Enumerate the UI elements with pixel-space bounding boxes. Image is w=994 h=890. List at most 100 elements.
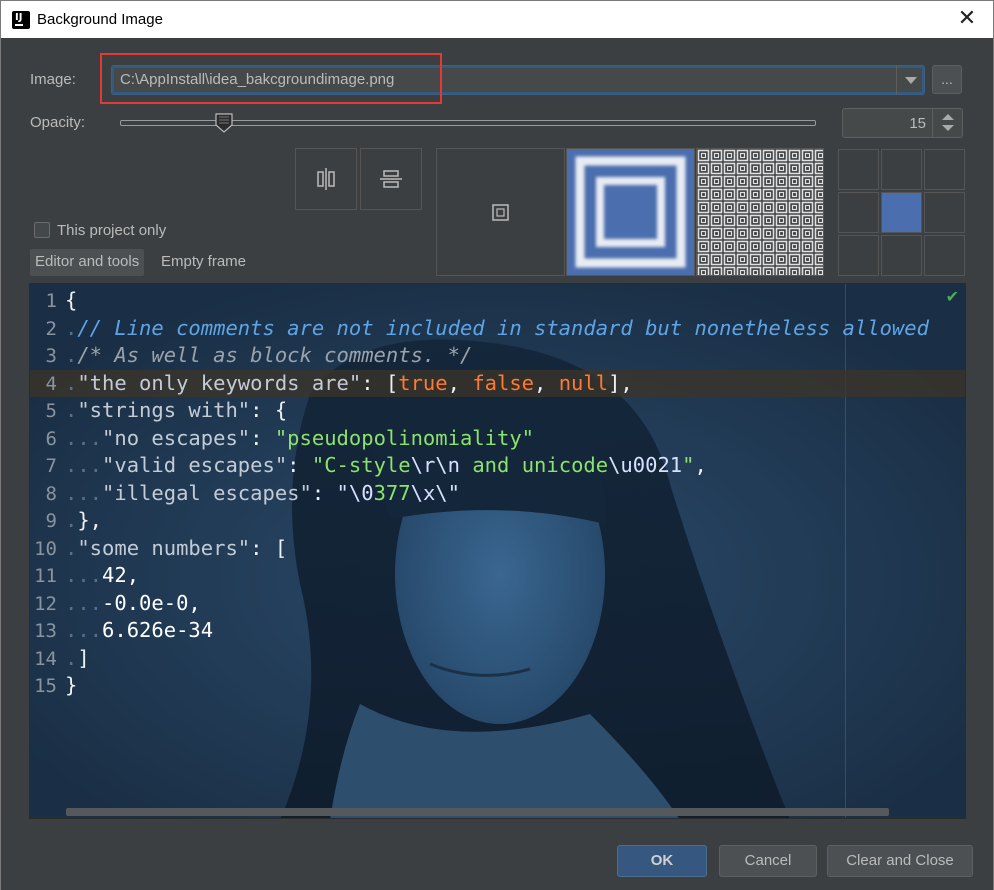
anchor-top-right[interactable] [924, 149, 965, 190]
line-number: 4 [45, 372, 57, 395]
code-line: 11 ...42, [30, 562, 965, 590]
editor-preview: ✔ 1{ 2 .// Line comments are not included… [29, 283, 966, 819]
ok-button[interactable]: OK [617, 845, 707, 877]
code-comment: // Line comments are not included in sta… [77, 315, 929, 340]
horizontal-scrollbar[interactable] [66, 808, 889, 816]
line-number: 3 [45, 345, 57, 367]
annotation-highlight [100, 53, 442, 104]
code-key: "no escapes" [102, 425, 251, 450]
anchor-grid [838, 149, 965, 276]
tab-editor-and-tools[interactable]: Editor and tools [30, 249, 145, 276]
line-number: 15 [34, 675, 57, 697]
line-number: 11 [34, 565, 57, 587]
tile-pattern-icon [697, 149, 823, 275]
anchor-middle-right[interactable] [924, 192, 965, 233]
code-line: 7 ..."valid escapes": "C-style\r\n and un… [30, 452, 965, 480]
fill-mode-center[interactable] [436, 148, 565, 276]
spinner-arrows[interactable] [932, 109, 962, 137]
code-string: "C-style [311, 453, 411, 477]
chevron-down-icon[interactable] [896, 66, 924, 94]
code-string: 377 [373, 480, 411, 505]
flip-horizontal-icon [317, 168, 335, 190]
anchor-top-left[interactable] [838, 149, 879, 190]
title-bar: IJ Background Image ✕ [0, 0, 994, 38]
code-escape: "\0 [336, 480, 374, 505]
code-escape: \x\" [410, 480, 460, 505]
code-line: 2 .// Line comments are not included in s… [30, 315, 965, 343]
line-number: 14 [34, 647, 57, 670]
line-number: 1 [45, 290, 57, 312]
code-key: "the only keywords are" [77, 370, 362, 395]
scale-icon [575, 156, 686, 268]
code-key: "illegal escapes" [102, 480, 312, 505]
code-number: -0.0e-0, [102, 590, 201, 615]
code-line: 1{ [30, 287, 965, 315]
line-number: 8 [45, 482, 57, 505]
code-key: "strings with" [77, 398, 251, 422]
spinner-up-icon[interactable] [942, 114, 954, 120]
code-line: 6 ..."no escapes": "pseudopolinomiality" [30, 425, 965, 453]
line-number: 7 [45, 455, 57, 477]
code-keyword: null [558, 370, 609, 395]
code-number: 6.626e-34 [102, 618, 214, 642]
window-title: Background Image [37, 11, 163, 28]
code-line: 14.] [30, 645, 965, 673]
this-project-only-checkbox[interactable] [34, 222, 50, 238]
opacity-spinner[interactable]: 15 [842, 108, 963, 138]
opacity-value[interactable]: 15 [909, 115, 926, 132]
anchor-bottom-left[interactable] [838, 235, 879, 276]
code-lines: 1{ 2 .// Line comments are not included i… [30, 287, 965, 700]
code-line: 8 ..."illegal escapes": "\0377\x\" [30, 480, 965, 508]
intellij-app-icon: IJ [10, 9, 32, 31]
line-number: 5 [45, 400, 57, 422]
line-number: 13 [34, 620, 57, 642]
fill-mode-scale[interactable] [566, 148, 695, 276]
browse-button[interactable]: ... [932, 65, 962, 94]
code-line: 10 ."some numbers": [ [30, 535, 965, 563]
close-icon[interactable]: ✕ [955, 7, 979, 31]
image-label: Image: [30, 71, 76, 88]
opacity-label: Opacity: [30, 114, 86, 131]
this-project-only-label[interactable]: This project only [57, 222, 166, 239]
line-number: 9 [45, 510, 57, 532]
code-line: 15} [30, 672, 965, 700]
code-escape: \u0021 [608, 453, 683, 477]
line-number: 2 [45, 317, 57, 340]
code-key: "valid escapes" [102, 453, 288, 477]
anchor-middle-left[interactable] [838, 192, 879, 233]
anchor-bottom-right[interactable] [924, 235, 965, 276]
clear-and-close-button[interactable]: Clear and Close [827, 845, 973, 877]
code-comment: /* As well as block comments. */ [77, 343, 473, 367]
opacity-slider-thumb[interactable] [215, 113, 233, 133]
code-line: 3 ./* As well as block comments. */ [30, 342, 965, 370]
code-line: 5 ."strings with": { [30, 397, 965, 425]
code-line-current: 4 ."the only keywords are": [true, false,… [30, 369, 965, 397]
code-line: 12 ...-0.0e-0, [30, 590, 965, 618]
tab-empty-frame[interactable]: Empty frame [156, 249, 251, 276]
flip-vertical-icon [380, 170, 402, 188]
fill-mode-tile[interactable] [696, 148, 824, 276]
code-string: and unicode [459, 453, 609, 477]
flip-horizontal-button[interactable] [295, 148, 357, 210]
line-number: 12 [34, 592, 57, 615]
flip-vertical-button[interactable] [360, 148, 422, 210]
anchor-top-center[interactable] [881, 149, 922, 190]
spinner-down-icon[interactable] [942, 125, 954, 131]
code-keyword: false [472, 370, 535, 395]
line-number: 6 [45, 427, 57, 450]
code-escape: \r\n [410, 453, 460, 477]
window-border [0, 38, 1, 890]
cancel-button[interactable]: Cancel [719, 845, 817, 877]
center-icon [492, 204, 509, 221]
code-line: 9.}, [30, 507, 965, 535]
code-string: "pseudopolinomiality" [274, 425, 535, 450]
code-number: 42, [102, 563, 140, 587]
code-string: " [682, 453, 695, 477]
code-keyword: true [398, 370, 448, 395]
code-key: "some numbers" [77, 535, 251, 560]
line-number: 10 [34, 537, 57, 560]
anchor-center[interactable] [881, 192, 922, 233]
code-line: 13 ...6.626e-34 [30, 617, 965, 645]
code-text: { [65, 288, 78, 312]
anchor-bottom-center[interactable] [881, 235, 922, 276]
